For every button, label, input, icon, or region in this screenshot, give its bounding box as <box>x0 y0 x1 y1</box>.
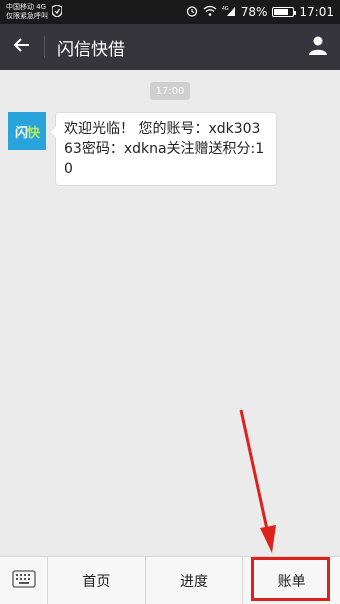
chat-area[interactable]: 17:00 闪快 欢迎光临！ 您的账号：xdk30363密码：xdkna关注赠送… <box>0 70 340 556</box>
battery-icon <box>272 7 297 17</box>
signal-icon: 4G <box>222 5 236 19</box>
back-arrow-icon <box>13 36 31 58</box>
avatar-logo-a: 闪 <box>14 125 28 141</box>
person-icon <box>308 35 328 59</box>
page-title: 闪信快借 <box>57 39 125 60</box>
network-type: 4G <box>222 6 229 12</box>
status-bar: 中国移动 4G 仅限紧急呼叫 4G 78% 17:01 <box>0 0 340 24</box>
status-right: 4G 78% 17:01 <box>186 5 334 20</box>
carrier-info: 中国移动 4G 仅限紧急呼叫 <box>6 3 48 21</box>
carrier-name: 中国移动 4G <box>6 3 47 11</box>
app-header: 闪信快借 <box>0 24 340 70</box>
menu-item-bill[interactable]: 账单 <box>243 557 340 604</box>
sender-avatar[interactable]: 闪快 <box>8 112 46 150</box>
keyboard-toggle-button[interactable] <box>0 557 48 604</box>
menu-item-progress[interactable]: 进度 <box>146 557 244 604</box>
emergency-only-label: 仅限紧急呼叫 <box>6 12 48 20</box>
clock: 17:01 <box>299 5 334 19</box>
status-left: 中国移动 4G 仅限紧急呼叫 <box>6 3 63 21</box>
avatar-logo-b: 快 <box>27 125 40 141</box>
alarm-icon <box>186 5 198 20</box>
battery-level <box>274 9 289 15</box>
message-timestamp: 17:00 <box>150 82 190 100</box>
keyboard-icon <box>11 569 36 592</box>
bottom-menu-bar: 首页 进度 账单 <box>0 556 340 604</box>
message-text: 欢迎光临！ 您的账号：xdk30363密码：xdkna关注赠送积分:10 <box>64 121 265 177</box>
profile-button[interactable] <box>296 24 340 70</box>
battery-percent: 78% <box>240 5 268 19</box>
wifi-icon <box>203 5 217 19</box>
shield-icon <box>51 3 63 20</box>
message-bubble[interactable]: 欢迎光临！ 您的账号：xdk30363密码：xdkna关注赠送积分:10 <box>49 112 277 186</box>
menu-item-home[interactable]: 首页 <box>48 557 146 604</box>
back-button[interactable] <box>0 24 44 70</box>
